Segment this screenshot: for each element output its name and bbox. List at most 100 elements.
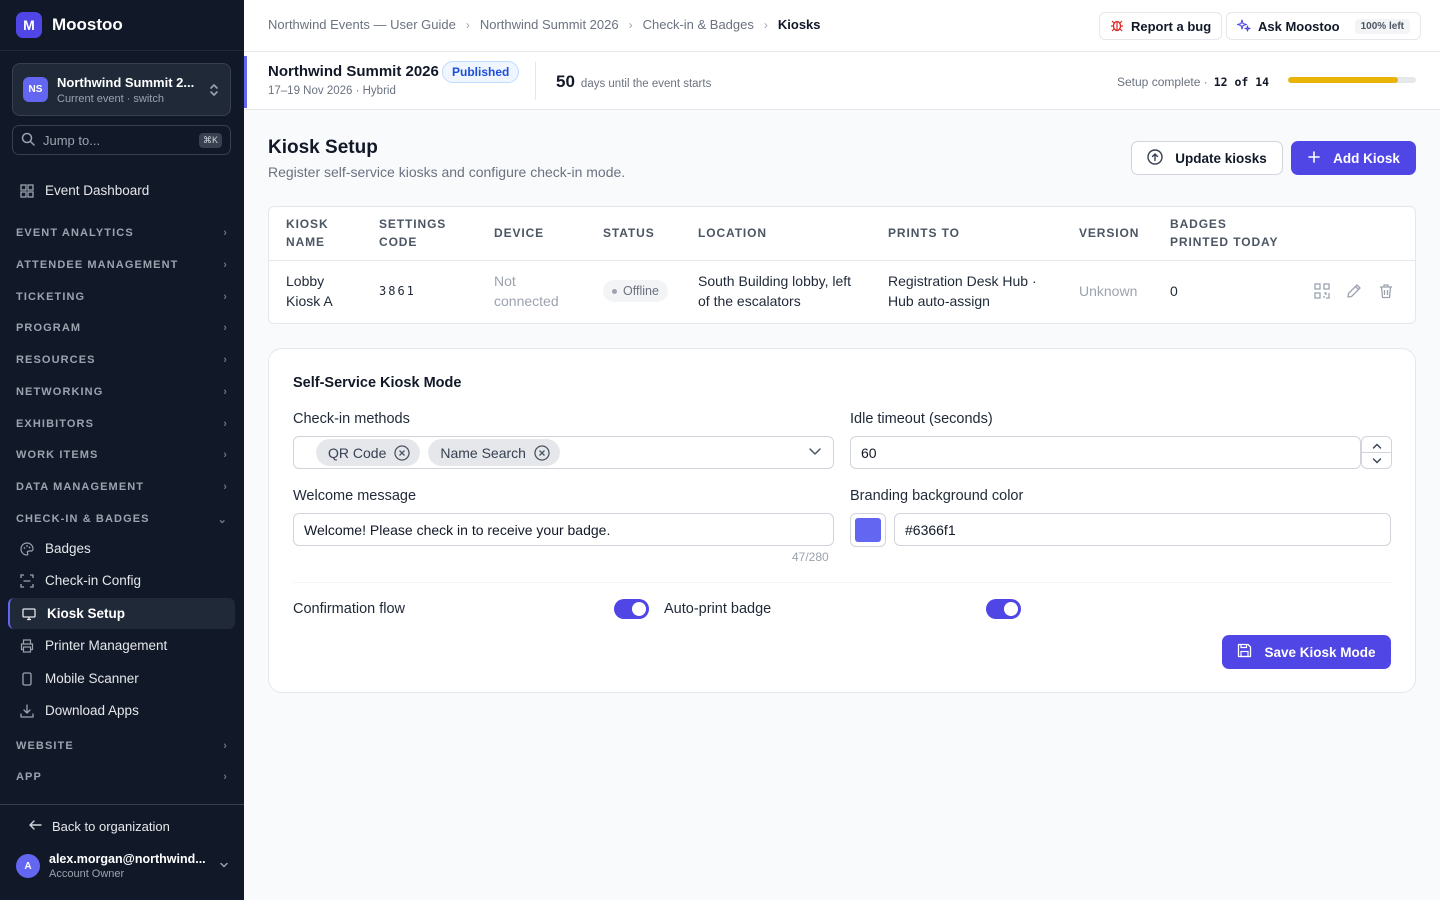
breadcrumb-item[interactable]: Northwind Events — User Guide	[268, 17, 456, 32]
credits-badge: 100% left	[1354, 18, 1410, 34]
event-switcher-name: Northwind Summit 2...	[57, 74, 195, 90]
timeout-stepper	[1361, 436, 1392, 469]
sidebar-item-label: Kiosk Setup	[47, 606, 126, 621]
chevron-right-icon: ›	[223, 227, 228, 239]
column-header-kiosk-name[interactable]: KIOSK NAME	[286, 215, 329, 251]
ask-moostoo-label: Ask Moostoo	[1258, 18, 1340, 34]
ask-moostoo-button[interactable]: Ask Moostoo 100% left	[1226, 12, 1421, 40]
accent-bar	[244, 56, 247, 108]
chevron-down-icon[interactable]	[807, 443, 823, 462]
palette-icon	[20, 541, 34, 556]
sidebar-item-kiosk-setup[interactable]: Kiosk Setup	[8, 598, 235, 629]
chevron-up-icon[interactable]	[1362, 438, 1391, 453]
sidebar-item-download-apps[interactable]: Download Apps	[8, 695, 235, 726]
idle-timeout-input[interactable]: 60	[850, 436, 1361, 469]
section-program[interactable]: PROGRAM ›	[16, 318, 228, 338]
back-label: Back to organization	[52, 819, 170, 834]
sidebar-item-label: Check-in Config	[45, 573, 142, 588]
section-work-items[interactable]: WORK ITEMS ›	[16, 445, 228, 465]
column-header-device[interactable]: DEVICE	[494, 224, 544, 242]
remove-chip-icon[interactable]	[394, 444, 411, 461]
chip-label: QR Code	[328, 444, 387, 461]
device-cell: Not connected	[494, 273, 559, 309]
jump-to-search[interactable]: Jump to... ⌘K	[12, 125, 231, 155]
divider	[293, 582, 1391, 583]
toggle-knob	[1004, 602, 1018, 616]
setup-label: Setup complete ·	[1117, 75, 1208, 89]
add-kiosk-label: Add Kiosk	[1333, 150, 1400, 166]
chevron-right-icon: ›	[223, 354, 228, 366]
column-header-badges-printed[interactable]: BADGES PRINTED TODAY	[1170, 215, 1278, 251]
kiosk-table: KIOSK NAME SETTINGS CODE DEVICE STATUS LOC…	[268, 206, 1416, 324]
update-kiosks-button[interactable]: Update kiosks	[1131, 141, 1283, 175]
status-label: Offline	[623, 284, 659, 298]
remove-chip-icon[interactable]	[534, 444, 550, 461]
dashboard-grid-icon	[20, 183, 34, 198]
section-data-management[interactable]: DATA MANAGEMENT ›	[16, 477, 228, 497]
chevron-down-icon[interactable]	[1362, 453, 1391, 468]
back-to-organization-link[interactable]: Back to organization	[28, 818, 170, 835]
sidebar-item-check-in-config[interactable]: Check-in Config	[8, 565, 235, 596]
section-label: ATTENDEE MANAGEMENT	[16, 259, 179, 271]
plus-icon	[1307, 150, 1321, 167]
breadcrumb-item[interactable]: Check-in & Badges	[643, 17, 754, 32]
welcome-message-input[interactable]: Welcome! Please check in to receive your…	[293, 513, 834, 546]
chevron-right-icon: ›	[223, 771, 228, 783]
trash-icon[interactable]	[1377, 282, 1395, 300]
add-kiosk-button[interactable]: Add Kiosk	[1291, 141, 1416, 175]
breadcrumb-current: Kiosks	[777, 17, 821, 32]
color-swatch-picker[interactable]	[850, 513, 886, 547]
welcome-message-label: Welcome message	[293, 488, 417, 504]
confirmation-flow-toggle[interactable]	[614, 599, 649, 619]
arrow-left-icon	[28, 818, 42, 835]
brand-logo: M	[16, 12, 42, 38]
sidebar-item-label: Event Dashboard	[45, 183, 150, 198]
breadcrumb-item[interactable]: Northwind Summit 2026	[480, 17, 619, 32]
divider	[269, 260, 1415, 261]
upload-circle-icon	[1147, 148, 1163, 168]
location-cell: South Building lobby, left of the escalat…	[698, 273, 852, 309]
sidebar-item-badges[interactable]: Badges	[8, 533, 235, 564]
status-badge: Published	[442, 61, 520, 83]
column-header-prints-to[interactable]: PRINTS TO	[888, 224, 960, 242]
section-attendee-management[interactable]: ATTENDEE MANAGEMENT ›	[16, 255, 228, 275]
setup-count: 12 of 14	[1213, 75, 1270, 89]
auto-print-toggle[interactable]	[986, 599, 1021, 619]
brand[interactable]: M Moostoo	[16, 12, 123, 38]
section-exhibitors[interactable]: EXHIBITORS ›	[16, 414, 228, 434]
brand-name: Moostoo	[52, 15, 123, 34]
sparkle-icon	[1236, 18, 1251, 35]
save-label: Save Kiosk Mode	[1264, 644, 1376, 660]
branding-color-input[interactable]: #6366f1	[894, 513, 1391, 546]
section-label: PROGRAM	[16, 322, 82, 334]
section-resources[interactable]: RESOURCES ›	[16, 350, 228, 370]
countdown: 50 days until the event starts	[556, 72, 711, 92]
section-website[interactable]: WEBSITE ›	[16, 736, 228, 756]
save-kiosk-mode-button[interactable]: Save Kiosk Mode	[1222, 635, 1391, 669]
section-app[interactable]: APP ›	[16, 767, 228, 787]
color-swatch	[855, 518, 881, 542]
section-ticketing[interactable]: TICKETING ›	[16, 287, 228, 307]
sidebar-item-printer-management[interactable]: Printer Management	[8, 630, 235, 661]
update-kiosks-label: Update kiosks	[1175, 150, 1267, 166]
edit-pencil-icon[interactable]	[1345, 282, 1363, 300]
branding-color-label: Branding background color	[850, 488, 1024, 504]
chevron-right-icon: ›	[223, 740, 228, 752]
column-header-settings-code[interactable]: SETTINGS CODE	[379, 215, 446, 251]
scan-icon	[20, 573, 34, 588]
smartphone-icon	[20, 671, 34, 686]
column-header-location[interactable]: LOCATION	[698, 224, 767, 242]
section-event-analytics[interactable]: EVENT ANALYTICS ›	[16, 223, 228, 243]
sidebar-item-mobile-scanner[interactable]: Mobile Scanner	[8, 663, 235, 694]
checkin-methods-multiselect[interactable]: QR Code Name Search	[293, 436, 834, 469]
column-header-status[interactable]: STATUS	[603, 224, 655, 242]
column-header-version[interactable]: VERSION	[1079, 224, 1139, 242]
sidebar-item-event-dashboard[interactable]: Event Dashboard	[8, 175, 235, 206]
qr-code-icon[interactable]	[1313, 282, 1331, 300]
event-switcher[interactable]: NS Northwind Summit 2... Current event ·…	[12, 63, 231, 116]
jump-placeholder: Jump to...	[43, 132, 101, 148]
report-bug-button[interactable]: Report a bug	[1099, 12, 1223, 40]
section-networking[interactable]: NETWORKING ›	[16, 382, 228, 402]
user-menu[interactable]: A alex.morgan@northwind... Account Owner	[16, 852, 230, 880]
section-check-in-badges[interactable]: CHECK-IN & BADGES ⌄	[16, 509, 228, 529]
